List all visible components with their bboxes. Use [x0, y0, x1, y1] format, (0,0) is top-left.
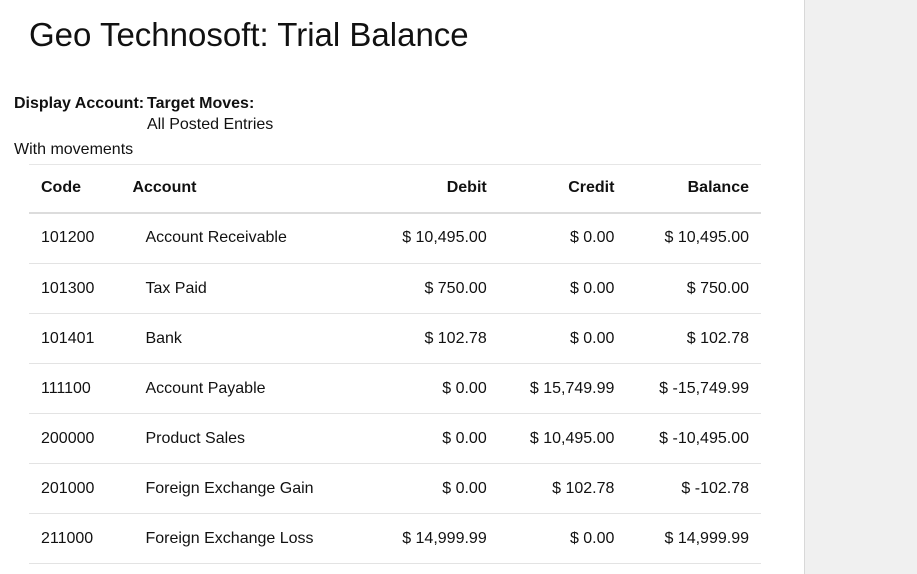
- table-row: 101401 Bank $ 102.78 $ 0.00 $ 102.78: [29, 313, 761, 364]
- account-code: 101200: [29, 212, 120, 264]
- account-name: Product Sales: [119, 413, 362, 464]
- code-header: Code: [29, 164, 120, 214]
- account-name: Bank: [119, 313, 362, 364]
- credit-amount: $ 0.00: [498, 212, 627, 264]
- display-account-label: Display Account:: [14, 95, 145, 112]
- report-title: Geo Technosoft: Trial Balance: [29, 16, 469, 53]
- account-name: Tax Paid: [119, 263, 362, 314]
- account-name: Account Receivable: [119, 212, 362, 264]
- table-row: 111100 Account Payable $ 0.00 $ 15,749.9…: [29, 363, 761, 414]
- account-name: Foreign Exchange Gain: [119, 463, 362, 514]
- debit-header: Debit: [361, 164, 499, 214]
- side-panel: [804, 0, 917, 574]
- debit-amount: $ 14,999.99: [361, 513, 499, 564]
- balance-amount: $ -10,495.00: [626, 413, 761, 464]
- trial-balance-table-wrap: Code Account Debit Credit Balance 101200…: [29, 164, 761, 564]
- target-moves-label: Target Moves:: [147, 95, 255, 112]
- credit-amount: $ 102.78: [498, 463, 627, 514]
- credit-header: Credit: [498, 164, 627, 214]
- debit-amount: $ 102.78: [361, 313, 499, 364]
- table-row: 211000 Foreign Exchange Loss $ 14,999.99…: [29, 513, 761, 564]
- table-row: 101200 Account Receivable $ 10,495.00 $ …: [29, 212, 761, 264]
- account-code: 211000: [29, 513, 120, 564]
- account-code: 101401: [29, 313, 120, 364]
- account-code: 101300: [29, 263, 120, 314]
- balance-amount: $ 10,495.00: [626, 212, 761, 264]
- report-page: Geo Technosoft: Trial Balance Display Ac…: [0, 0, 804, 574]
- credit-amount: $ 0.00: [498, 513, 627, 564]
- account-code: 111100: [29, 363, 120, 414]
- credit-amount: $ 0.00: [498, 263, 627, 314]
- table-header-row: Code Account Debit Credit Balance: [29, 164, 761, 214]
- balance-amount: $ 102.78: [626, 313, 761, 364]
- balance-amount: $ 14,999.99: [626, 513, 761, 564]
- target-moves-value: All Posted Entries: [147, 116, 274, 133]
- balance-amount: $ -15,749.99: [626, 363, 761, 414]
- account-code: 200000: [29, 413, 120, 464]
- debit-amount: $ 750.00: [361, 263, 499, 314]
- debit-amount: $ 0.00: [361, 363, 499, 414]
- balance-header: Balance: [626, 164, 761, 214]
- table-row: 201000 Foreign Exchange Gain $ 0.00 $ 10…: [29, 463, 761, 514]
- debit-amount: $ 10,495.00: [361, 212, 499, 264]
- credit-amount: $ 15,749.99: [498, 363, 627, 414]
- display-account-value: With movements: [14, 141, 134, 158]
- account-code: 201000: [29, 463, 120, 514]
- account-header: Account: [119, 164, 362, 214]
- table-row: 101300 Tax Paid $ 750.00 $ 0.00 $ 750.00: [29, 263, 761, 314]
- balance-amount: $ -102.78: [626, 463, 761, 514]
- table-row: 200000 Product Sales $ 0.00 $ 10,495.00 …: [29, 413, 761, 464]
- trial-balance-table: Code Account Debit Credit Balance 101200…: [29, 164, 761, 564]
- balance-amount: $ 750.00: [626, 263, 761, 314]
- account-name: Account Payable: [119, 363, 362, 414]
- debit-amount: $ 0.00: [361, 463, 499, 514]
- credit-amount: $ 10,495.00: [498, 413, 627, 464]
- debit-amount: $ 0.00: [361, 413, 499, 464]
- credit-amount: $ 0.00: [498, 313, 627, 364]
- account-name: Foreign Exchange Loss: [119, 513, 362, 564]
